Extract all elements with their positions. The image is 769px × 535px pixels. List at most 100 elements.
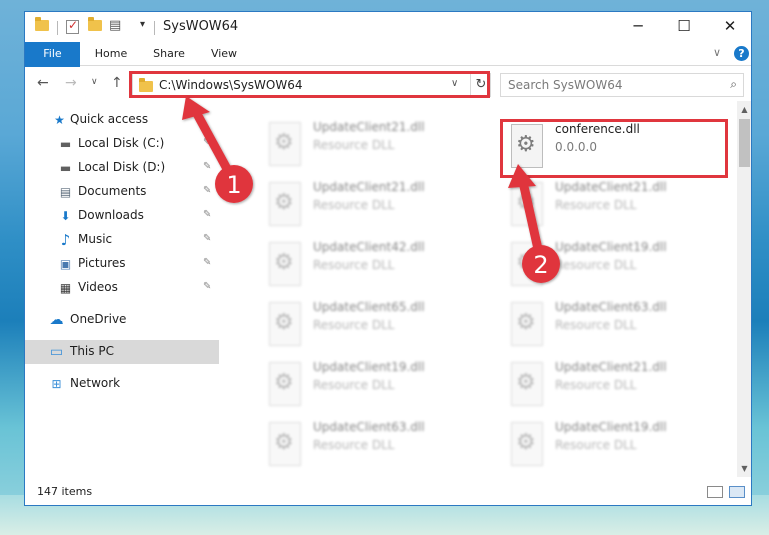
file-item[interactable]: ⚙ UpdateClient21.dll Resource DLL xyxy=(503,357,731,415)
dll-file-icon: ⚙ xyxy=(511,362,543,406)
dll-file-icon: ⚙ xyxy=(269,302,301,346)
sidebar-item-local-disk-d[interactable]: ▬ Local Disk (D:) ✎ xyxy=(25,156,219,180)
videos-icon: ▦ xyxy=(59,281,72,295)
drive-icon: ▬ xyxy=(59,161,72,175)
sidebar-item-documents[interactable]: ▤ Documents ✎ xyxy=(25,180,219,204)
customize-toolbar-icon[interactable]: ▾ xyxy=(140,19,145,30)
sidebar-item-label: Local Disk (C:) xyxy=(78,136,165,150)
pin-icon[interactable]: ✎ xyxy=(203,161,211,172)
sidebar-item-label: Documents xyxy=(78,184,147,198)
file-description: Resource DLL xyxy=(313,258,395,272)
drive-icon: ▬ xyxy=(59,137,72,151)
file-name: UpdateClient19.dll xyxy=(555,420,667,434)
pin-icon[interactable]: ✎ xyxy=(203,233,211,244)
file-description: Resource DLL xyxy=(313,318,395,332)
navigation-bar: ← → ∨ ↑ C:\Windows\SysWOW64 ∨ ↻ Search S… xyxy=(25,67,751,101)
star-icon: ★ xyxy=(54,113,65,127)
scrollbar-thumb[interactable] xyxy=(739,119,750,167)
file-description: Resource DLL xyxy=(555,378,637,392)
new-folder-icon[interactable] xyxy=(88,17,102,31)
pin-icon[interactable]: ✎ xyxy=(203,281,211,292)
file-description: Resource DLL xyxy=(313,378,395,392)
sidebar-item-label: Network xyxy=(70,376,121,390)
file-item[interactable]: ⚙ UpdateClient63.dll Resource DLL xyxy=(503,297,731,355)
properties-icon[interactable] xyxy=(66,18,79,34)
download-icon: ⬇ xyxy=(60,209,71,223)
tab-view[interactable]: View xyxy=(201,42,247,66)
tab-share[interactable]: Share xyxy=(145,42,193,66)
details-view-icon[interactable] xyxy=(707,486,723,498)
close-button[interactable]: ✕ xyxy=(707,12,751,42)
sidebar-item-music[interactable]: ♪ Music ✎ xyxy=(25,228,219,252)
pin-icon[interactable]: ✎ xyxy=(203,137,211,148)
up-arrow-icon[interactable]: ↑ xyxy=(111,75,123,91)
scroll-up-arrow-icon[interactable]: ▲ xyxy=(737,102,751,117)
file-name: UpdateClient65.dll xyxy=(313,300,425,314)
pin-icon[interactable]: ✎ xyxy=(203,185,211,196)
sidebar-item-quick-access[interactable]: ★ Quick access xyxy=(25,108,219,132)
sidebar-item-label: Music xyxy=(78,232,113,246)
gear-icon: ⚙ xyxy=(516,250,536,275)
file-description: Resource DLL xyxy=(313,138,395,152)
file-item[interactable]: ⚙ UpdateClient19.dll Resource DLL xyxy=(503,417,731,475)
dll-file-icon: ⚙ xyxy=(269,422,301,466)
file-description: Resource DLL xyxy=(313,438,395,452)
file-name: UpdateClient21.dll xyxy=(555,180,667,194)
vertical-scrollbar[interactable]: ▲ ▼ xyxy=(737,101,751,477)
status-bar: 147 items xyxy=(25,477,751,505)
file-item[interactable]: ⚙ UpdateClient19.dll Resource DLL xyxy=(261,357,489,415)
item-count: 147 items xyxy=(37,485,93,498)
file-name: UpdateClient21.dll xyxy=(313,120,425,134)
file-name: UpdateClient19.dll xyxy=(555,240,667,254)
sidebar-item-label: Videos xyxy=(78,280,118,294)
file-name: UpdateClient42.dll xyxy=(313,240,425,254)
file-item[interactable]: ⚙ UpdateClient63.dll Resource DLL xyxy=(261,417,489,475)
music-icon: ♪ xyxy=(60,231,71,249)
sidebar-item-pictures[interactable]: ▣ Pictures ✎ xyxy=(25,252,219,276)
sidebar-item-network[interactable]: ⊞ Network xyxy=(25,372,219,396)
pin-icon[interactable]: ✎ xyxy=(203,257,211,268)
sidebar-item-videos[interactable]: ▦ Videos ✎ xyxy=(25,276,219,300)
sidebar-item-downloads[interactable]: ⬇ Downloads ✎ xyxy=(25,204,219,228)
sidebar-item-onedrive[interactable]: ☁ OneDrive xyxy=(25,308,219,332)
computer-icon: ▭ xyxy=(49,344,64,360)
quick-access-toolbar-icon[interactable]: ▤ xyxy=(109,18,121,33)
gear-icon: ⚙ xyxy=(516,190,536,215)
gear-icon: ⚙ xyxy=(516,310,536,335)
file-item[interactable]: ⚙ UpdateClient21.dll Resource DLL xyxy=(503,177,731,235)
dll-file-icon: ⚙ xyxy=(269,122,301,166)
search-icon[interactable]: ⌕ xyxy=(730,77,737,92)
highlight-box-file xyxy=(500,119,728,178)
expand-ribbon-icon[interactable]: ∨ xyxy=(713,46,721,59)
file-name: UpdateClient21.dll xyxy=(555,360,667,374)
file-name: UpdateClient19.dll xyxy=(313,360,425,374)
file-item[interactable]: ⚙ UpdateClient21.dll Resource DLL xyxy=(261,117,489,175)
network-icon: ⊞ xyxy=(51,377,62,391)
gear-icon: ⚙ xyxy=(274,130,294,155)
minimize-button[interactable]: ─ xyxy=(615,12,661,42)
file-item[interactable]: ⚙ UpdateClient21.dll Resource DLL xyxy=(261,177,489,235)
file-item[interactable]: ⚙ UpdateClient65.dll Resource DLL xyxy=(261,297,489,355)
search-box[interactable]: Search SysWOW64 ⌕ xyxy=(500,73,744,97)
divider xyxy=(154,21,155,35)
navigation-pane: ★ Quick access ▬ Local Disk (C:) ✎ ▬ Loc… xyxy=(25,101,219,477)
file-name: UpdateClient21.dll xyxy=(313,180,425,194)
help-icon[interactable]: ? xyxy=(734,46,749,61)
sidebar-item-this-pc[interactable]: ▭ This PC xyxy=(25,340,219,364)
tab-home[interactable]: Home xyxy=(87,42,135,66)
back-arrow-icon[interactable]: ← xyxy=(37,75,49,91)
sidebar-item-local-disk-c[interactable]: ▬ Local Disk (C:) ✎ xyxy=(25,132,219,156)
search-placeholder[interactable]: Search SysWOW64 xyxy=(508,78,622,92)
cloud-icon: ☁ xyxy=(49,312,64,328)
file-item[interactable]: ⚙ UpdateClient42.dll Resource DLL xyxy=(261,237,489,295)
maximize-button[interactable]: ☐ xyxy=(661,12,707,42)
sidebar-item-label: Pictures xyxy=(78,256,126,270)
scroll-down-arrow-icon[interactable]: ▼ xyxy=(737,461,751,476)
forward-arrow-icon[interactable]: → xyxy=(65,75,77,91)
recent-locations-icon[interactable]: ∨ xyxy=(91,77,98,87)
gear-icon: ⚙ xyxy=(516,370,536,395)
pin-icon[interactable]: ✎ xyxy=(203,209,211,220)
large-icons-view-icon[interactable] xyxy=(729,486,745,498)
file-item[interactable]: ⚙ UpdateClient19.dll Resource DLL xyxy=(503,237,731,295)
ribbon-tabs: File Home Share View ∨ ? xyxy=(25,42,751,100)
